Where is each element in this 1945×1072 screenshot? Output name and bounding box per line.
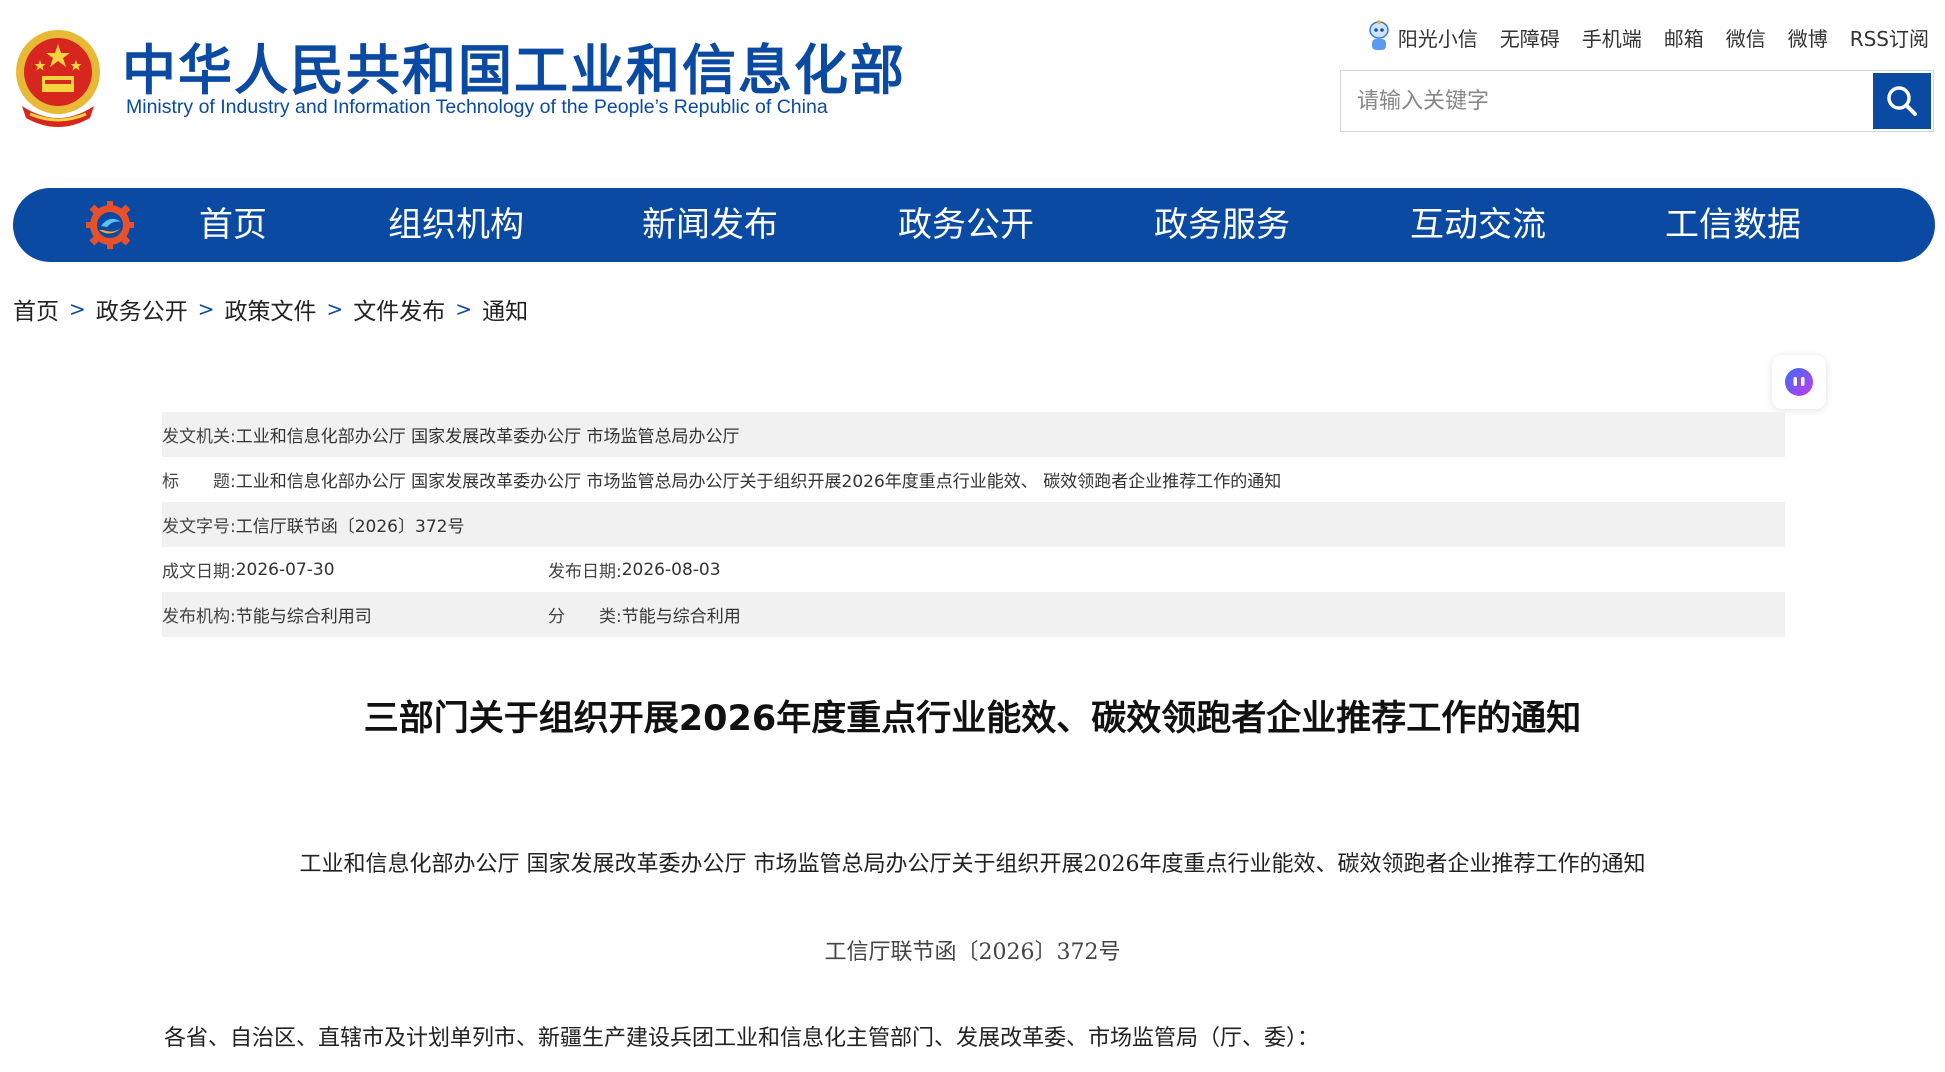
breadcrumb-item-policy-documents[interactable]: 政策文件	[225, 292, 317, 326]
nav-item-government-affairs[interactable]: 政务公开	[898, 188, 1034, 262]
article-doc-number: 工信厅联节函〔2026〕372号	[824, 940, 1121, 965]
breadcrumb-separator: >	[69, 297, 86, 321]
meta-row-title: 标 题: 工业和信息化部办公厅 国家发展改革委办公厅 市场监管总局办公厅关于组织…	[162, 457, 1785, 502]
meta-label: 标 题:	[162, 472, 236, 492]
top-link-mobile[interactable]: 手机端	[1582, 23, 1642, 52]
article-title: 三部门关于组织开展2026年度重点行业能效、碳效领跑者企业推荐工作的通知	[363, 699, 1582, 739]
meta-label: 分 类:	[548, 607, 622, 627]
breadcrumb-separator: >	[326, 297, 344, 321]
nav-item-interaction[interactable]: 互动交流	[1410, 188, 1546, 262]
breadcrumb-item-home[interactable]: 首页	[13, 292, 59, 326]
top-link-label: 手机端	[1581, 26, 1642, 51]
ai-assistant-button[interactable]	[1772, 355, 1826, 409]
meta-value: 节能与综合利用	[621, 607, 741, 627]
top-link-mailbox[interactable]: 邮箱	[1664, 23, 1704, 52]
meta-row-issuer: 发文机关: 工业和信息化部办公厅 国家发展改革委办公厅 市场监管总局办公厅	[162, 412, 1785, 457]
nav-item-organization[interactable]: 组织机构	[388, 188, 524, 262]
article-salutation: 各省、自治区、直辖市及计划单列市、新疆生产建设兵团工业和信息化主管部门、发展改革…	[164, 1026, 1320, 1051]
meta-row-dates: 成文日期: 2026-07-30 发布日期: 2026-08-03	[162, 547, 1785, 592]
ai-assistant-icon	[1785, 368, 1813, 396]
search-box	[1340, 70, 1934, 132]
search-button[interactable]	[1873, 73, 1931, 129]
top-link-weibo[interactable]: 微博	[1788, 23, 1828, 52]
top-link-label: 阳光小信	[1397, 26, 1478, 51]
breadcrumb-separator: >	[197, 297, 215, 321]
meta-label: 发布机构:	[162, 607, 236, 627]
top-link-label: 微博	[1787, 26, 1828, 51]
meta-label: 发文字号:	[162, 517, 236, 537]
nav-item-home[interactable]: 首页	[199, 188, 267, 262]
breadcrumb-separator: >	[455, 297, 473, 321]
meta-label: 发布日期:	[548, 562, 622, 582]
site-title-en[interactable]: Ministry of Industry and Information Tec…	[126, 96, 828, 119]
meta-row-org: 发布机构: 节能与综合利用司 分 类: 节能与综合利用	[162, 592, 1785, 637]
meta-row-docno: 发文字号: 工信厅联节函〔2026〕372号	[162, 502, 1785, 547]
top-link-label: 微信	[1725, 26, 1766, 51]
top-links: 阳光小信 无障碍 手机端 邮箱 微信 微博 RSS订阅	[1366, 20, 1929, 54]
top-link-label: 无障碍	[1499, 26, 1560, 51]
meta-value: 工业和信息化部办公厅 国家发展改革委办公厅 市场监管总局办公厅关于组织开展202…	[235, 472, 1282, 492]
article-subtitle: 工业和信息化部办公厅 国家发展改革委办公厅 市场监管总局办公厅关于组织开展202…	[299, 852, 1646, 877]
breadcrumb: 首页 > 政务公开 > 政策文件 > 文件发布 > 通知	[13, 292, 528, 326]
top-link-rss[interactable]: RSS订阅	[1850, 23, 1929, 52]
breadcrumb-item-file-release[interactable]: 文件发布	[353, 292, 445, 326]
national-emblem-icon[interactable]	[12, 26, 104, 130]
main-nav: 首页 组织机构 新闻发布 政务公开 政务服务 互动交流 工信数据	[13, 188, 1935, 262]
top-link-sunshine-xiaoxin[interactable]: 阳光小信	[1366, 20, 1478, 54]
search-icon	[1887, 86, 1917, 116]
meta-value: 节能与综合利用司	[235, 607, 372, 627]
nav-item-news[interactable]: 新闻发布	[642, 188, 778, 262]
breadcrumb-item-notice[interactable]: 通知	[482, 292, 528, 326]
robot-assistant-icon	[1368, 20, 1389, 50]
document-metadata: 发文机关: 工业和信息化部办公厅 国家发展改革委办公厅 市场监管总局办公厅 标 …	[162, 412, 1785, 637]
meta-value: 工信厅联节函〔2026〕372号	[235, 517, 465, 537]
nav-item-data[interactable]: 工信数据	[1665, 188, 1801, 262]
meta-value: 2026-08-03	[621, 559, 721, 580]
meta-value: 2026-07-30	[235, 559, 335, 580]
site-header: 中华人民共和国工业和信息化部 Ministry of Industry and …	[0, 0, 1945, 180]
top-link-label: 邮箱	[1663, 26, 1704, 51]
top-link-wechat[interactable]: 微信	[1726, 23, 1766, 52]
meta-value: 工业和信息化部办公厅 国家发展改革委办公厅 市场监管总局办公厅	[235, 427, 740, 447]
meta-label: 成文日期:	[162, 562, 236, 582]
nav-item-services[interactable]: 政务服务	[1154, 188, 1290, 262]
top-link-accessibility[interactable]: 无障碍	[1500, 23, 1560, 52]
search-input[interactable]	[1341, 71, 1875, 131]
gear-logo-icon[interactable]	[85, 200, 135, 250]
site-title-cn[interactable]: 中华人民共和国工业和信息化部	[122, 26, 906, 105]
top-link-label: RSS订阅	[1849, 26, 1929, 51]
meta-label: 发文机关:	[162, 427, 236, 447]
breadcrumb-item-government-affairs[interactable]: 政务公开	[96, 292, 188, 326]
